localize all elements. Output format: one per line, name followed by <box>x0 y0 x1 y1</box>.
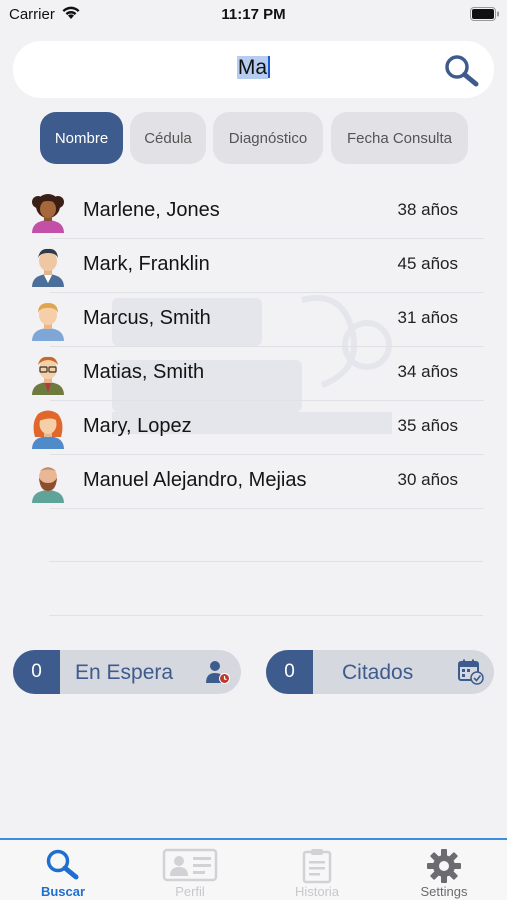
woman-curly-avatar <box>28 191 68 233</box>
patient-row[interactable]: Mark, Franklin 45 años <box>24 239 484 293</box>
patient-name: Marlene, Jones <box>83 199 220 221</box>
patient-age: 34 años <box>397 362 459 381</box>
patient-age: 30 años <box>397 470 459 489</box>
waiting-label: En Espera <box>75 661 174 684</box>
waiting-counter[interactable]: 0 En Espera <box>13 650 241 694</box>
calendar-check-icon <box>458 659 484 690</box>
search-icon[interactable] <box>443 53 481 92</box>
tab-historia[interactable]: Historia <box>254 840 380 900</box>
scheduled-counter[interactable]: 0 Citados <box>266 650 494 694</box>
filter-cedula[interactable]: Cédula <box>130 112 206 164</box>
search-query-selection: Ma <box>236 56 269 79</box>
tab-settings[interactable]: Settings <box>381 840 507 900</box>
patient-age: 31 años <box>397 308 459 327</box>
row-divider <box>50 508 484 509</box>
man-suit-avatar <box>28 245 68 287</box>
patient-age: 35 años <box>397 416 459 435</box>
search-bar[interactable]: Ma <box>13 41 494 98</box>
clipboard-icon <box>254 848 380 884</box>
tab-buscar[interactable]: Buscar <box>0 840 126 900</box>
filter-diagnostico[interactable]: Diagnóstico <box>213 112 323 164</box>
status-bar: Carrier 11:17 PM <box>0 0 507 30</box>
tab-label: Settings <box>420 884 468 899</box>
man-blond-avatar <box>28 299 68 341</box>
patient-name: Mark, Franklin <box>83 253 210 275</box>
patient-age: 38 años <box>397 200 459 219</box>
patient-row[interactable]: Marcus, Smith 31 años <box>24 293 484 347</box>
patient-row[interactable]: Manuel Alejandro, Mejias 30 años <box>24 455 484 509</box>
scheduled-label: Citados <box>342 661 414 684</box>
filter-fecha-consulta[interactable]: Fecha Consulta <box>331 112 468 164</box>
tab-label: Buscar <box>40 884 86 899</box>
woman-redhead-avatar <box>28 407 68 449</box>
waiting-count: 0 <box>13 650 60 694</box>
search-input[interactable]: Ma <box>13 56 494 80</box>
patient-row[interactable]: Matias, Smith 34 años <box>24 347 484 401</box>
patient-age: 45 años <box>397 254 459 273</box>
patient-name: Manuel Alejandro, Mejias <box>83 469 307 491</box>
scheduled-count: 0 <box>266 650 313 694</box>
patient-row[interactable]: Mary, Lopez 35 años <box>24 401 484 455</box>
clock-label: 11:17 PM <box>221 6 286 23</box>
patient-name: Marcus, Smith <box>83 307 211 329</box>
patient-name: Matias, Smith <box>83 361 205 383</box>
tab-label: Perfil <box>175 884 205 899</box>
empty-row-divider <box>49 561 483 562</box>
search-icon <box>0 848 126 880</box>
man-glasses-avatar <box>28 353 68 395</box>
person-clock-icon <box>205 659 231 690</box>
battery-icon <box>470 7 500 26</box>
tab-label: Historia <box>294 884 340 899</box>
empty-row-divider <box>49 615 483 616</box>
patient-row[interactable]: Marlene, Jones 38 años <box>24 185 484 239</box>
gear-icon <box>381 848 507 884</box>
id-card-icon <box>127 848 253 882</box>
filter-nombre[interactable]: Nombre <box>40 112 123 164</box>
patient-name: Mary, Lopez <box>83 415 192 437</box>
text-caret <box>268 56 271 78</box>
tab-perfil[interactable]: Perfil <box>127 840 253 900</box>
man-bearded-avatar <box>28 461 68 503</box>
tab-bar: Buscar Perfil Historia Settings <box>0 838 507 900</box>
